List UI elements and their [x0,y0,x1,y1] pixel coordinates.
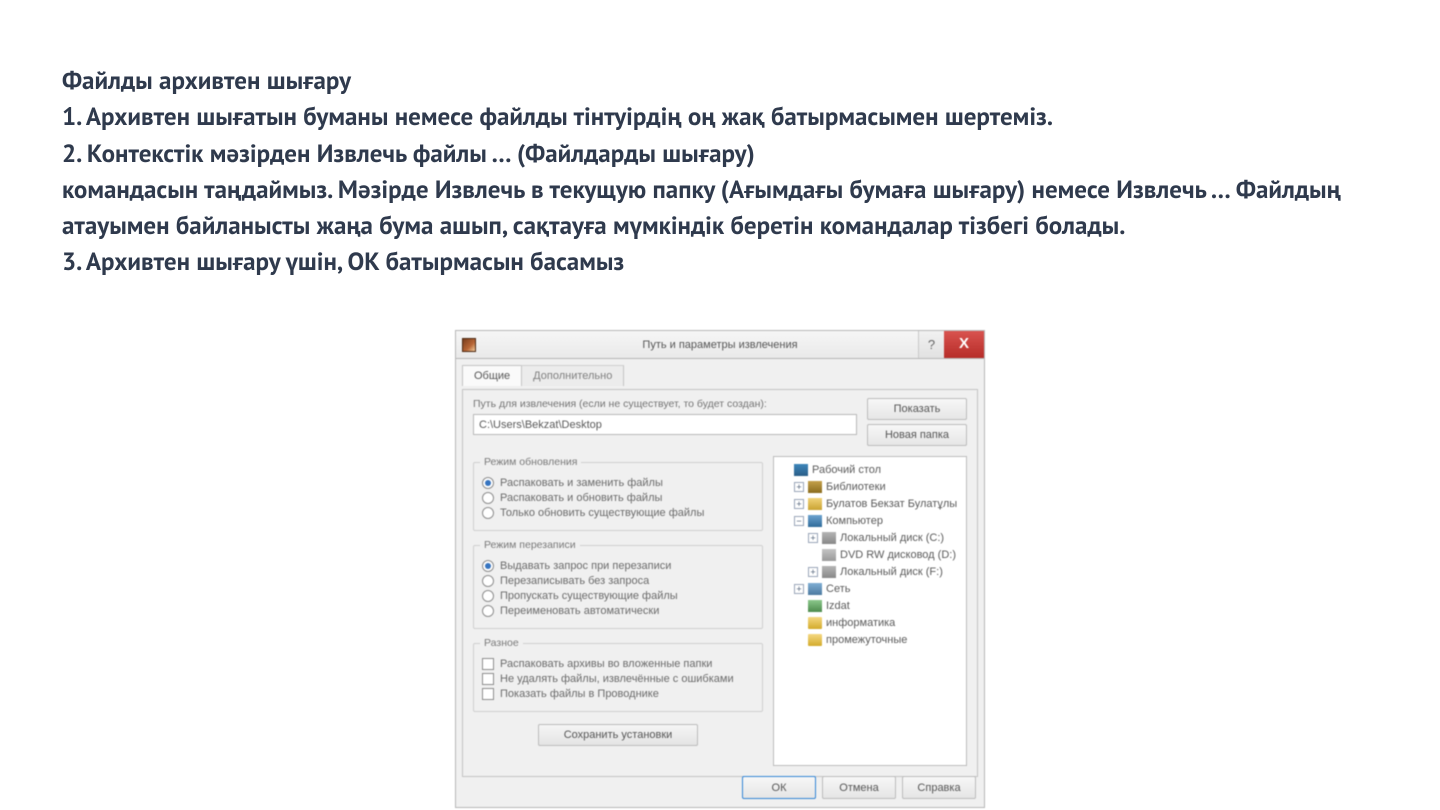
drive-icon [822,532,836,544]
save-settings-button[interactable]: Сохранить установки [538,724,698,746]
checkbox-icon [482,688,494,700]
overwrite-radio-noask[interactable]: Перезаписывать без запроса [482,575,754,587]
radio-icon [482,590,494,602]
tree-node-network[interactable]: + Сеть [780,580,960,597]
update-radio-replace[interactable]: Распаковать и заменить файлы [482,477,754,489]
tree-node-recycle[interactable]: Izdat [780,597,960,614]
expand-icon[interactable]: + [808,533,818,543]
overwrite-radio-ask[interactable]: Выдавать запрос при перезаписи [482,560,754,572]
dialog-titlebar[interactable]: Путь и параметры извлечения ? X [455,330,985,358]
path-caption: Путь для извлечения (если не существует,… [473,398,857,410]
tree-node-folder[interactable]: промежуточные [780,631,960,648]
tab-strip: Общие Дополнительно [462,365,978,386]
tab-general[interactable]: Общие [462,365,522,386]
computer-icon [808,515,822,527]
tree-node-drive-c[interactable]: + Локальный диск (C:) [780,529,960,546]
radio-icon [482,605,494,617]
tree-node-dvd-d[interactable]: DVD RW дисковод (D:) [780,546,960,563]
doc-step-2b: командасын таңдаймыз. Мәзірде Извлечь в … [62,171,1378,244]
checkbox-icon [482,658,494,670]
tree-node-folder[interactable]: информатика [780,614,960,631]
update-radio-refresh[interactable]: Распаковать и обновить файлы [482,492,754,504]
misc-legend: Разное [480,637,523,649]
radio-icon [482,492,494,504]
update-mode-group: Режим обновления Распаковать и заменить … [473,456,763,531]
radio-icon [482,477,494,489]
misc-check-openexplorer[interactable]: Показать файлы в Проводнике [482,688,754,700]
update-mode-legend: Режим обновления [480,456,581,468]
overwrite-mode-legend: Режим перезаписи [480,539,580,551]
overwrite-mode-group: Режим перезаписи Выдавать запрос при пер… [473,539,763,629]
tree-node-computer[interactable]: − Компьютер [780,512,960,529]
extract-dialog: Путь и параметры извлечения ? X Общие До… [455,330,985,808]
extract-path-input[interactable] [473,414,857,435]
desktop-icon [794,464,808,476]
title-help-button[interactable]: ? [918,331,944,359]
folder-icon [808,634,822,646]
tree-node-drive-f[interactable]: + Локальный диск (F:) [780,563,960,580]
doc-step-3: 3. Архивтен шығару үшін, ОК батырмасын б… [62,243,1378,279]
misc-check-keepbad[interactable]: Не удалять файлы, извлечённые с ошибками [482,673,754,685]
close-icon[interactable]: X [944,331,984,359]
radio-icon [482,507,494,519]
radio-icon [482,560,494,572]
misc-group: Разное Распаковать архивы во вложенные п… [473,637,763,712]
new-folder-button[interactable]: Новая папка [867,424,967,446]
expand-icon[interactable]: + [794,499,804,509]
instruction-text: Файлды архивтен шығару 1. Архивтен шығат… [62,62,1378,280]
overwrite-radio-skip[interactable]: Пропускать существующие файлы [482,590,754,602]
tree-node-user[interactable]: + Булатов Бекзат Булатұлы [780,495,960,512]
drive-icon [822,566,836,578]
tree-node-libraries[interactable]: + Библиотеки [780,478,960,495]
dialog-body: Общие Дополнительно Путь для извлечения … [455,358,985,808]
winrar-icon [462,338,476,352]
ok-button[interactable]: ОК [742,776,816,799]
dialog-buttons: ОК Отмена Справка [742,776,976,799]
tab-page-general: Путь для извлечения (если не существует,… [462,389,978,777]
expand-icon[interactable]: + [794,482,804,492]
show-button[interactable]: Показать [867,398,967,420]
checkbox-icon [482,673,494,685]
tab-advanced[interactable]: Дополнительно [521,365,624,386]
expand-icon[interactable]: + [794,584,804,594]
misc-check-subfolders[interactable]: Распаковать архивы во вложенные папки [482,658,754,670]
dialog-title: Путь и параметры извлечения [642,339,797,351]
cancel-button[interactable]: Отмена [822,776,896,799]
help-button[interactable]: Справка [902,776,976,799]
doc-heading: Файлды архивтен шығару [62,62,1378,98]
recycle-icon [808,600,822,612]
update-radio-existing[interactable]: Только обновить существующие файлы [482,507,754,519]
user-icon [808,498,822,510]
folder-tree[interactable]: Рабочий стол + Библиотеки + Булатов Бекз… [773,456,967,766]
collapse-icon[interactable]: − [794,516,804,526]
expand-icon[interactable]: + [808,567,818,577]
network-icon [808,583,822,595]
radio-icon [482,575,494,587]
dvd-icon [822,549,836,561]
folder-icon [808,617,822,629]
tree-node-desktop[interactable]: Рабочий стол [780,461,960,478]
overwrite-radio-rename[interactable]: Переименовать автоматически [482,605,754,617]
doc-step-1: 1. Архивтен шығатын буманы немесе файлды… [62,98,1378,134]
libraries-icon [808,481,822,493]
doc-step-2a: 2. Контекстік мәзірден Извлечь файлы … (… [62,135,1378,171]
